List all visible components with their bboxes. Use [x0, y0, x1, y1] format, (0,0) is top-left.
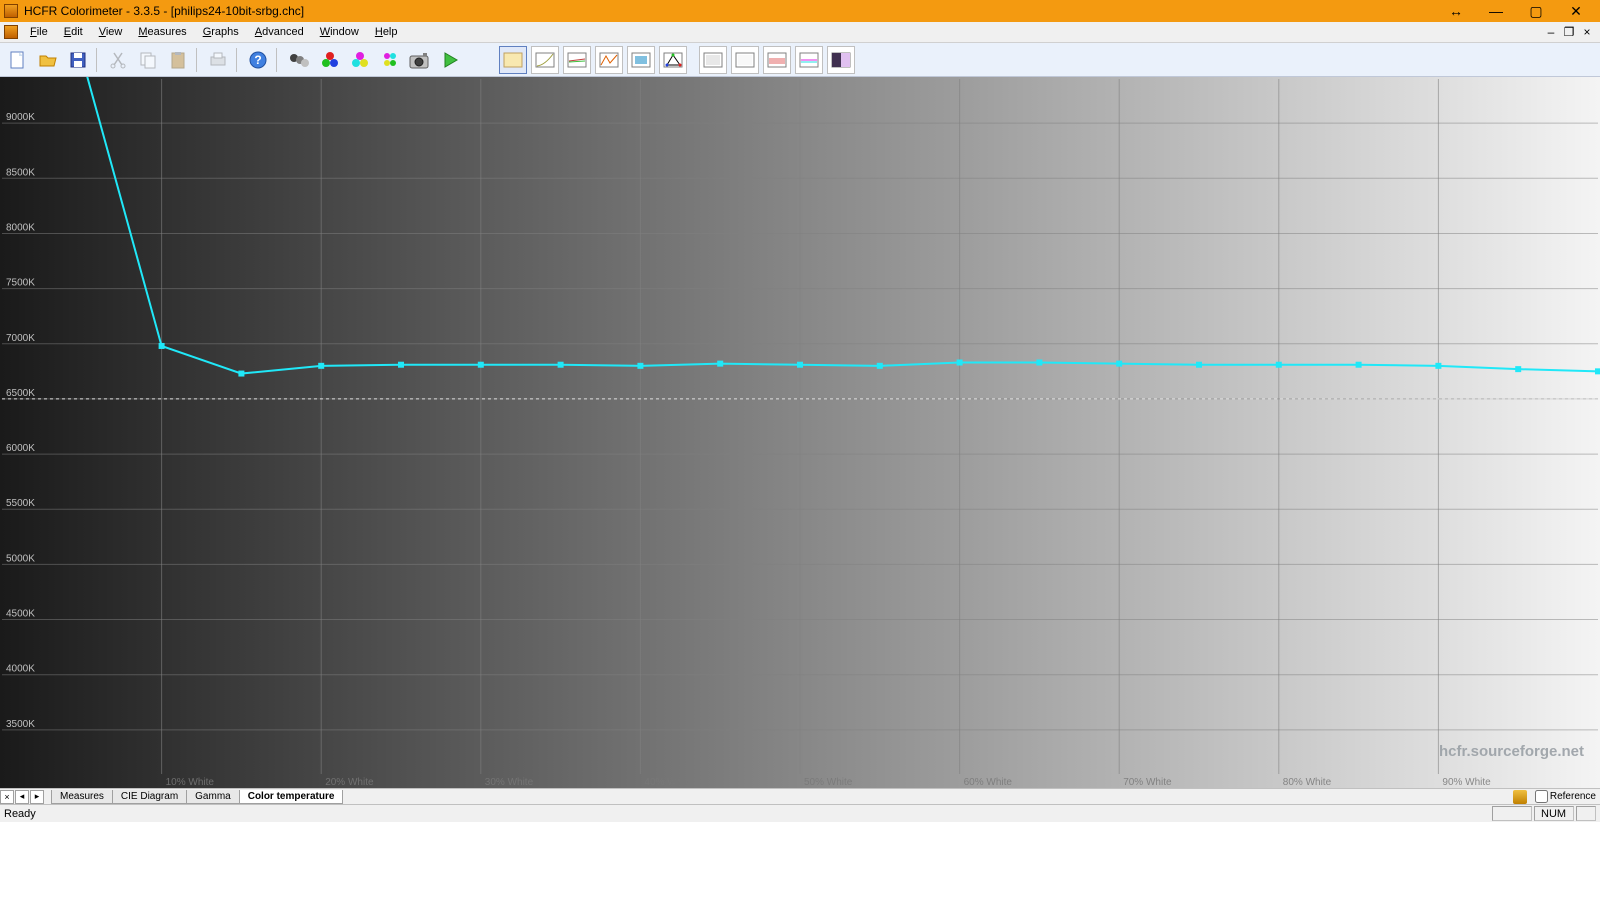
- menu-window[interactable]: Window: [312, 24, 367, 40]
- measure-secondaries-button[interactable]: [346, 46, 374, 74]
- copy-button[interactable]: [134, 46, 162, 74]
- view-gamma[interactable]: [531, 46, 559, 74]
- svg-text:20% White: 20% White: [325, 777, 374, 788]
- menu-graphs[interactable]: Graphs: [195, 24, 247, 40]
- help-button[interactable]: ?: [244, 46, 272, 74]
- measure-all-button[interactable]: [376, 46, 404, 74]
- tab-next[interactable]: ▸: [30, 790, 44, 804]
- mdi-restore[interactable]: ❐: [1560, 25, 1578, 39]
- svg-text:80% White: 80% White: [1283, 777, 1332, 788]
- dropdown-window-icon[interactable]: ↔: [1436, 0, 1476, 22]
- reference-check-input[interactable]: [1535, 790, 1548, 803]
- svg-text:10% White: 10% White: [166, 777, 215, 788]
- tray-shield-icon[interactable]: [1513, 790, 1527, 804]
- reference-label: Reference: [1550, 791, 1596, 802]
- view-colortemp[interactable]: [595, 46, 623, 74]
- svg-text:60% White: 60% White: [964, 777, 1013, 788]
- window-title: HCFR Colorimeter - 3.3.5 - [philips24-10…: [24, 4, 1436, 18]
- tab-colortemp[interactable]: Color temperature: [239, 790, 344, 804]
- menu-file[interactable]: File: [22, 24, 56, 40]
- view-nearwhite[interactable]: [731, 46, 759, 74]
- svg-text:?: ?: [254, 53, 261, 67]
- view-rgb[interactable]: [563, 46, 591, 74]
- view-gamut[interactable]: [659, 46, 687, 74]
- camera-button[interactable]: [406, 46, 434, 74]
- svg-text:6000K: 6000K: [6, 443, 35, 454]
- open-button[interactable]: [34, 46, 62, 74]
- menu-measures[interactable]: Measures: [130, 24, 194, 40]
- print-button[interactable]: [204, 46, 232, 74]
- view-sat-lum[interactable]: [763, 46, 791, 74]
- menu-advanced[interactable]: Advanced: [247, 24, 312, 40]
- menu-view[interactable]: View: [91, 24, 131, 40]
- svg-text:3500K: 3500K: [6, 719, 35, 730]
- svg-text:8500K: 8500K: [6, 167, 35, 178]
- maximize-button[interactable]: ▢: [1516, 0, 1556, 22]
- menu-edit[interactable]: Edit: [56, 24, 91, 40]
- close-button[interactable]: ✕: [1556, 0, 1596, 22]
- view-nearblack[interactable]: [699, 46, 727, 74]
- mdi-controls: – ❐ ×: [1542, 25, 1596, 39]
- tab-prev[interactable]: ◂: [15, 790, 29, 804]
- toolbar: ?: [0, 43, 1600, 77]
- svg-text:5000K: 5000K: [6, 553, 35, 564]
- status-well-3: [1576, 806, 1596, 821]
- minimize-button[interactable]: —: [1476, 0, 1516, 22]
- cut-button[interactable]: [104, 46, 132, 74]
- view-cie[interactable]: [627, 46, 655, 74]
- menubar: File Edit View Measures Graphs Advanced …: [0, 22, 1600, 43]
- menu-help[interactable]: Help: [367, 24, 406, 40]
- chart-area: 3500K 4000K 4500K 5000K 5500K 6000K 6500K 7000K…: [0, 77, 1600, 788]
- svg-text:7000K: 7000K: [6, 333, 35, 344]
- titlebar: HCFR Colorimeter - 3.3.5 - [philips24-10…: [0, 0, 1600, 22]
- status-text: Ready: [4, 808, 36, 820]
- svg-text:9000K: 9000K: [6, 112, 35, 123]
- measure-primaries-button[interactable]: [316, 46, 344, 74]
- statusbar: Ready NUM: [0, 804, 1600, 822]
- svg-text:70% White: 70% White: [1123, 777, 1172, 788]
- svg-text:4500K: 4500K: [6, 609, 35, 620]
- svg-text:30% White: 30% White: [485, 777, 534, 788]
- tab-close[interactable]: ×: [0, 790, 14, 804]
- view-sat-shift[interactable]: [795, 46, 823, 74]
- tabbar: × ◂ ▸ Measures CIE Diagram Gamma Color t…: [0, 788, 1600, 804]
- svg-text:5500K: 5500K: [6, 498, 35, 509]
- app-icon: [4, 4, 18, 18]
- svg-text:4000K: 4000K: [6, 664, 35, 675]
- svg-text:8000K: 8000K: [6, 222, 35, 233]
- tab-cie[interactable]: CIE Diagram: [112, 790, 187, 804]
- mdi-close[interactable]: ×: [1578, 25, 1596, 39]
- view-luminance[interactable]: [499, 46, 527, 74]
- svg-text:7500K: 7500K: [6, 278, 35, 289]
- svg-text:50% White: 50% White: [804, 777, 853, 788]
- status-well-num: NUM: [1534, 806, 1574, 821]
- tab-gamma[interactable]: Gamma: [186, 790, 240, 804]
- reference-checkbox[interactable]: Reference: [1531, 790, 1600, 803]
- view-contrast[interactable]: [827, 46, 855, 74]
- save-button[interactable]: [64, 46, 92, 74]
- play-button[interactable]: [436, 46, 464, 74]
- svg-text:90% White: 90% White: [1442, 777, 1491, 788]
- svg-text:6500K: 6500K: [6, 388, 35, 399]
- paste-button[interactable]: [164, 46, 192, 74]
- svg-text:40% White: 40% White: [644, 777, 693, 788]
- doc-icon: [4, 25, 18, 39]
- tab-measures[interactable]: Measures: [51, 790, 113, 804]
- mdi-minimize[interactable]: –: [1542, 25, 1560, 39]
- new-button[interactable]: [4, 46, 32, 74]
- colortemp-chart: 3500K 4000K 4500K 5000K 5500K 6000K 6500K 7000K…: [0, 77, 1600, 788]
- status-well-1: [1492, 806, 1532, 821]
- svg-text:hcfr.sourceforge.net: hcfr.sourceforge.net: [1439, 743, 1584, 760]
- measure-grays-button[interactable]: [284, 46, 314, 74]
